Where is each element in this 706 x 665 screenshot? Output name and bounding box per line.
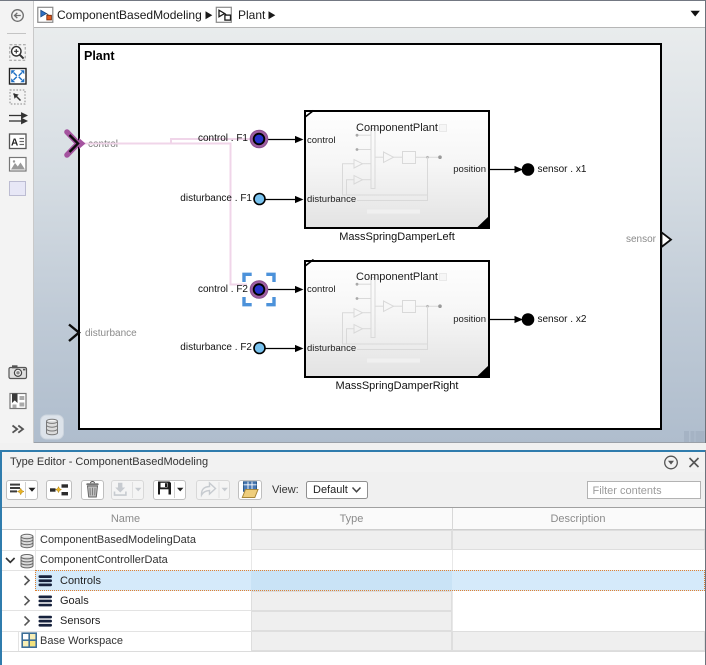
svg-text:A: A	[11, 138, 18, 149]
